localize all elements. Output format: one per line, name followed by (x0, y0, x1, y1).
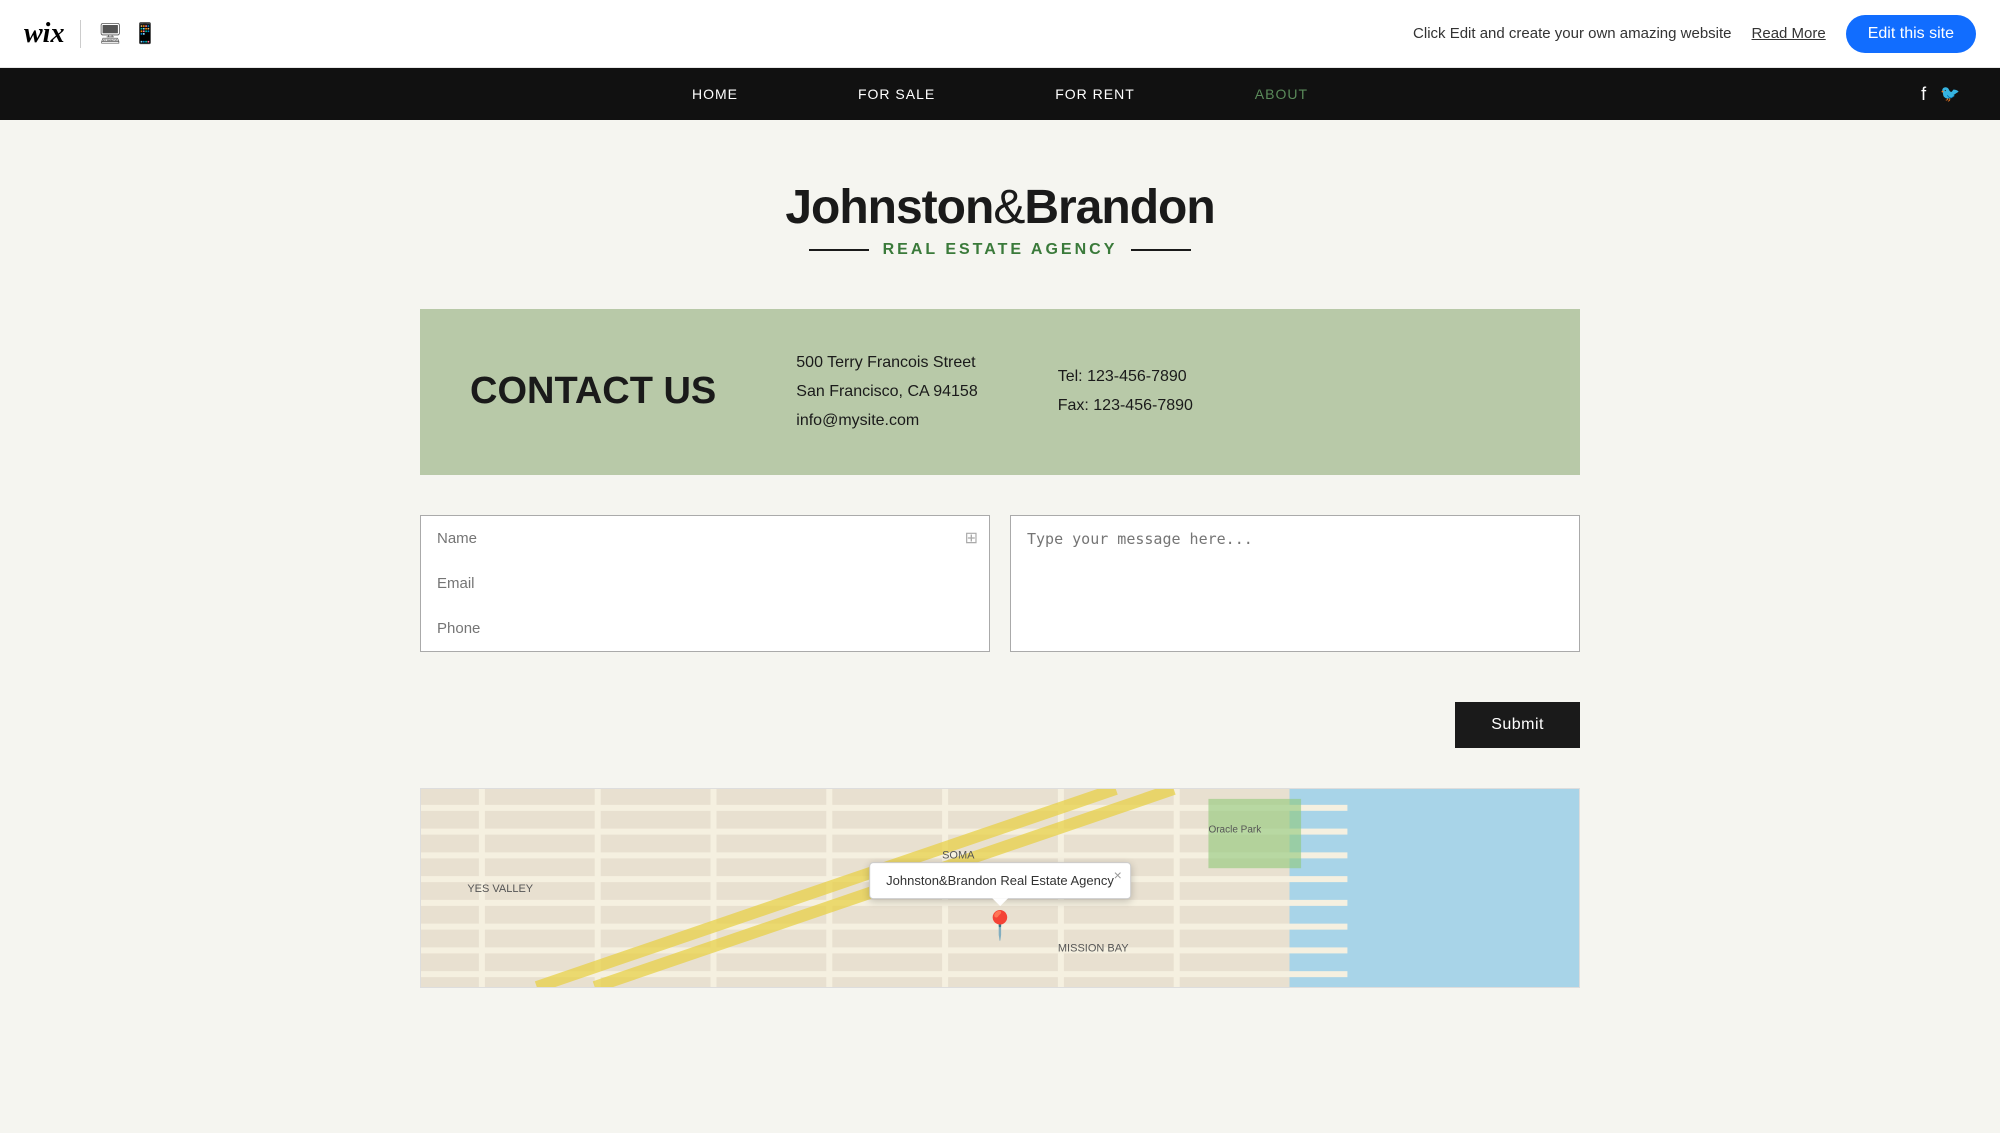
nav-item-forsale[interactable]: FOR SALE (858, 86, 935, 102)
name-input-wrapper: ⊞ (420, 515, 990, 561)
address-line1: 500 Terry Francois Street (796, 349, 977, 378)
desktop-icon[interactable]: 🖥 (97, 21, 122, 46)
address-line2: San Francisco, CA 94158 (796, 378, 977, 407)
phone-input[interactable] (420, 606, 990, 652)
wix-logo[interactable]: wix (24, 18, 64, 50)
name-input[interactable] (420, 515, 990, 561)
twitter-icon[interactable]: 🐦 (1940, 84, 1960, 104)
map-popup-label: Johnston&Brandon Real Estate Agency (886, 873, 1114, 888)
form-left: ⊞ (420, 515, 990, 652)
device-icons: 🖥 📱 (97, 21, 157, 46)
nav-item-home[interactable]: HOME (692, 86, 738, 102)
read-more-link[interactable]: Read More (1752, 25, 1826, 42)
contact-fax: Fax: 123-456-7890 (1058, 392, 1193, 421)
name-input-icon: ⊞ (965, 528, 978, 548)
site-title-section: Johnston&Brandon Real Estate Agency (420, 180, 1580, 259)
form-right (1010, 515, 1580, 652)
contact-email: info@mysite.com (796, 407, 977, 436)
nav-social: f 🐦 (1921, 84, 1960, 105)
svg-text:SOMA: SOMA (942, 850, 975, 862)
svg-text:YES VALLEY: YES VALLEY (467, 883, 533, 895)
promo-text: Click Edit and create your own amazing w… (1413, 25, 1732, 42)
title-line-left (809, 249, 869, 251)
email-input[interactable] (420, 561, 990, 606)
svg-text:Oracle Park: Oracle Park (1208, 825, 1262, 836)
svg-text:MISSION BAY: MISSION BAY (1058, 943, 1129, 955)
edit-site-button[interactable]: Edit this site (1846, 15, 1976, 53)
site-title-main: Johnston&Brandon (420, 180, 1580, 235)
nav-items: HOME FOR SALE FOR RENT ABOUT (692, 86, 1308, 102)
map-section-wrapper: YES VALLEY SOMA MISSION BAY Oracle Park … (400, 788, 1600, 988)
contact-phone: Tel: 123-456-7890 Fax: 123-456-7890 (1058, 363, 1193, 421)
contact-tel: Tel: 123-456-7890 (1058, 363, 1193, 392)
contact-address: 500 Terry Francois Street San Francisco,… (796, 349, 977, 435)
top-bar: wix 🖥 📱 Click Edit and create your own a… (0, 0, 2000, 68)
map-popup: × Johnston&Brandon Real Estate Agency (869, 862, 1131, 899)
main-content: Johnston&Brandon Real Estate Agency CONT… (400, 120, 1600, 748)
top-bar-left: wix 🖥 📱 (24, 18, 158, 50)
map-container: YES VALLEY SOMA MISSION BAY Oracle Park … (420, 788, 1580, 988)
nav-item-about[interactable]: ABOUT (1255, 86, 1308, 102)
top-bar-right: Click Edit and create your own amazing w… (1413, 15, 1976, 53)
submit-row: Submit (420, 702, 1580, 748)
facebook-icon[interactable]: f (1921, 84, 1926, 105)
contact-heading: CONTACT US (470, 371, 716, 413)
form-section: ⊞ (420, 515, 1580, 652)
nav-bar: HOME FOR SALE FOR RENT ABOUT f 🐦 (0, 68, 2000, 120)
divider (80, 20, 81, 48)
submit-button[interactable]: Submit (1455, 702, 1580, 748)
map-popup-close[interactable]: × (1114, 867, 1122, 883)
title-line-right (1131, 249, 1191, 251)
nav-inner: HOME FOR SALE FOR RENT ABOUT f 🐦 (0, 86, 2000, 102)
message-textarea[interactable] (1010, 515, 1580, 652)
map-pin: 📍 (983, 912, 1018, 940)
mobile-icon[interactable]: 📱 (133, 21, 158, 46)
site-title-sub-wrapper: Real Estate Agency (420, 241, 1580, 259)
site-subtitle: Real Estate Agency (883, 241, 1118, 259)
title-part1: Johnston (785, 181, 993, 234)
title-part2: Brandon (1024, 181, 1214, 234)
nav-item-forrent[interactable]: FOR RENT (1055, 86, 1135, 102)
contact-banner: CONTACT US 500 Terry Francois Street San… (420, 309, 1580, 475)
title-ampersand: & (993, 181, 1024, 234)
